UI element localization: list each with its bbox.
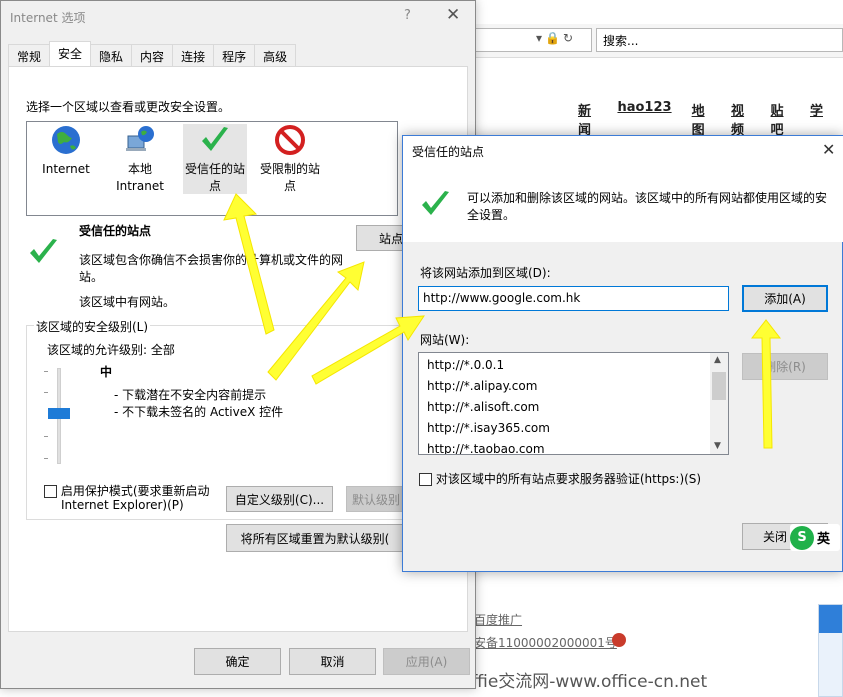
arrow-to-trusted-zone [223,193,275,335]
arrow-to-add-input [311,315,425,385]
arrow-to-add-button [750,319,782,449]
annotation-arrows [223,193,782,449]
